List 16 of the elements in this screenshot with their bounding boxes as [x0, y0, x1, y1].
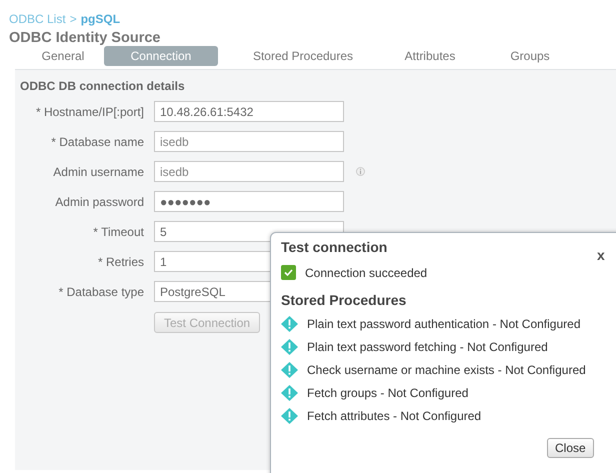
procedure-status: Fetch groups - Not Configured	[307, 386, 468, 400]
procedure-status: Plain text password authentication - Not Configured	[307, 317, 580, 331]
field-label: * Hostname/IP[:port]	[34, 104, 144, 118]
procedure-status: Fetch attributes - Not Configured	[307, 409, 482, 423]
section-title: ODBC DB connection details	[19, 78, 186, 93]
field-label: * Database type	[58, 284, 144, 298]
page-title: ODBC Identity Source	[9, 30, 162, 46]
field-label: Admin username	[52, 164, 144, 178]
field-label: * Timeout	[92, 224, 144, 238]
breadcrumb-separator: >	[70, 12, 77, 26]
field-label: * Retries	[96, 254, 144, 268]
procedure-status: Plain text password fetching - Not Configured	[307, 340, 548, 354]
field-label: * Database name	[50, 134, 144, 148]
procedure-status: Check username or machine exists - Not Configured	[307, 363, 586, 377]
field-label: Admin password	[54, 194, 144, 208]
breadcrumb-current: pgSQL	[80, 12, 120, 26]
